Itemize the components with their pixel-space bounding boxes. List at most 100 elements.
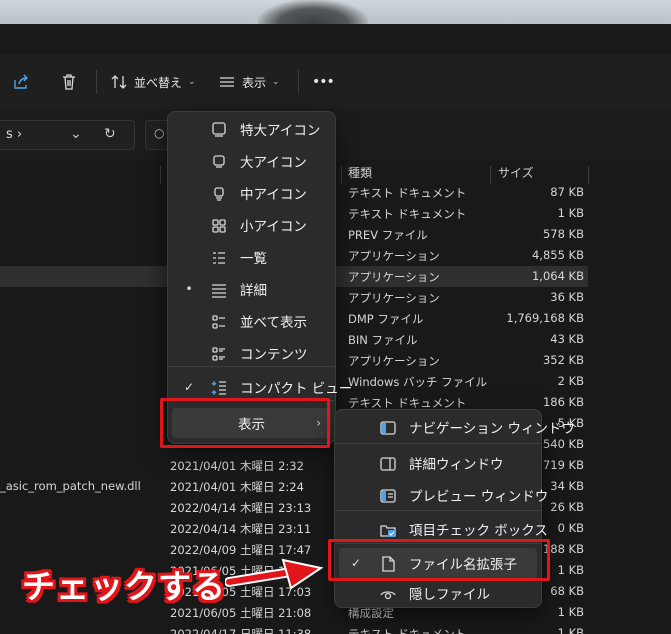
menu-item-label: 並べて表示	[240, 315, 307, 331]
cell-date: 2021/04/01 木曜日 2:32	[170, 459, 304, 473]
cell-type: BIN ファイル	[348, 333, 418, 347]
item-checkbox-icon	[379, 521, 397, 537]
monitor-large-icon	[210, 121, 228, 137]
chevron-down-icon[interactable]: ⌄	[70, 126, 82, 142]
cell-date: 2021/04/01 木曜日 2:24	[170, 480, 304, 494]
cell-type: DMP ファイル	[348, 312, 424, 326]
menu-item-label: 一覧	[240, 251, 267, 267]
more-options-button[interactable]: •••	[312, 66, 335, 98]
desktop-wallpaper	[0, 0, 671, 24]
cell-date: 2022/04/14 木曜日 23:13	[170, 501, 312, 515]
menu-separator	[168, 366, 335, 367]
table-row[interactable]: テキスト ドキュメント 1 KB 2022/04/17 日曜日 11:38	[0, 623, 588, 634]
details-icon	[210, 281, 228, 298]
menu-item-label: 特大アイコン	[240, 123, 321, 139]
menu-item-details[interactable]: • 詳細	[172, 274, 331, 304]
view-label: 表示	[242, 75, 267, 90]
cell-type: テキスト ドキュメント	[348, 186, 467, 200]
content-icon	[210, 345, 228, 361]
bullet-icon: •	[185, 282, 193, 296]
menu-item-label: 詳細	[240, 283, 267, 299]
cell-size: 578 KB	[542, 227, 584, 241]
annotation-arrow-icon	[225, 558, 324, 590]
cell-size: 1 KB	[557, 626, 584, 634]
compact-view-icon	[210, 379, 228, 395]
cell-size: 1,769,168 KB	[506, 311, 584, 325]
trash-icon	[60, 73, 78, 91]
menu-item-label: 小アイコン	[240, 219, 307, 235]
cell-size: 87 KB	[550, 185, 584, 199]
cell-type: テキスト ドキュメント	[348, 627, 467, 634]
highlight-show-item	[160, 398, 330, 448]
cell-size: 43 KB	[550, 332, 584, 346]
menu-item-list[interactable]: 一覧	[172, 242, 331, 272]
sort-label: 並べ替え	[134, 75, 183, 90]
cell-size: 1 KB	[557, 206, 584, 220]
cell-size: 4,855 KB	[531, 248, 584, 262]
cell-date: 2022/04/17 日曜日 11:38	[170, 627, 312, 634]
annotation-text: チェックする	[22, 567, 226, 606]
delete-button[interactable]	[60, 66, 78, 98]
list-icon	[210, 249, 228, 265]
cell-type: アプリケーション	[348, 270, 440, 284]
tiles-icon	[210, 313, 228, 329]
menu-item-label: ナビゲーション ウィンドウ	[409, 421, 576, 437]
cell-size: 352 KB	[542, 353, 584, 367]
menu-item-tiles[interactable]: 並べて表示	[172, 306, 331, 336]
wallpaper-rock-image	[258, 0, 368, 24]
menu-separator	[335, 510, 541, 511]
menu-item-label: 隠しファイル	[409, 587, 490, 603]
address-bar[interactable]: s › ⌄ ↻	[0, 120, 135, 150]
monitor-medium-icon	[210, 185, 228, 201]
menu-item-monitor-large[interactable]: 特大アイコン	[172, 114, 331, 144]
menu-item-content[interactable]: コンテンツ	[172, 338, 331, 368]
view-button[interactable]: 表示 ⌄	[218, 66, 280, 98]
cell-size: 36 KB	[550, 290, 584, 304]
column-divider[interactable]	[588, 166, 589, 184]
cell-type: PREV ファイル	[348, 228, 428, 242]
refresh-icon[interactable]: ↻	[104, 126, 116, 142]
cell-size: 2 KB	[557, 374, 584, 388]
menu-item-preview-pane[interactable]: プレビュー ウィンドウ	[339, 480, 548, 510]
menu-item-label: 中アイコン	[240, 187, 307, 203]
command-bar: 並べ替え ⌄ 表示 ⌄ •••	[0, 54, 671, 110]
menu-item-label: 大アイコン	[240, 155, 307, 171]
view-icon	[218, 73, 236, 91]
menu-item-label: コンテンツ	[240, 347, 308, 363]
file-name[interactable]: _asic_rom_patch_new.dll	[0, 479, 141, 493]
cell-type: Windows バッチ ファイル	[348, 375, 488, 389]
cell-date: 2022/04/14 木曜日 23:11	[170, 522, 312, 536]
cell-type: アプリケーション	[348, 291, 440, 305]
details-pane-icon	[379, 455, 397, 471]
menu-separator	[335, 443, 541, 444]
menu-item-label: 項目チェック ボックス	[409, 523, 548, 539]
menu-item-label: プレビュー ウィンドウ	[409, 489, 549, 505]
breadcrumb: s ›	[6, 127, 23, 142]
menu-item-monitor[interactable]: 大アイコン	[172, 146, 331, 176]
cell-size: 1,064 KB	[531, 269, 584, 283]
highlight-file-extension-item	[328, 539, 550, 581]
menu-item-hidden-files[interactable]: 隠しファイル	[339, 578, 537, 608]
view-menu: 特大アイコン 大アイコン 中アイコン 小アイコン 一覧 • 詳細 並べて表示 コンテンツ ✓ コンパ…	[167, 111, 352, 444]
share-button[interactable]	[12, 66, 30, 98]
checkmark-icon: ✓	[183, 380, 195, 394]
cell-type: アプリケーション	[348, 249, 440, 263]
cell-type: アプリケーション	[348, 354, 440, 368]
hidden-files-icon	[379, 585, 397, 601]
menu-item-grid-small[interactable]: 小アイコン	[172, 210, 331, 240]
menu-item-monitor-medium[interactable]: 中アイコン	[172, 178, 331, 208]
chevron-down-icon: ⌄	[188, 77, 196, 87]
menu-item-details-pane[interactable]: 詳細ウィンドウ	[339, 448, 537, 478]
menu-item-nav-pane[interactable]: ナビゲーション ウィンドウ	[339, 412, 575, 442]
toolbar-divider	[96, 70, 97, 94]
more-icon: •••	[312, 74, 335, 90]
sort-icon	[110, 73, 128, 91]
monitor-icon	[210, 153, 228, 169]
sort-button[interactable]: 並べ替え ⌄	[110, 66, 196, 98]
nav-pane-icon	[379, 419, 397, 435]
cell-type: テキスト ドキュメント	[348, 207, 467, 221]
toolbar-divider	[298, 70, 299, 94]
share-icon	[12, 73, 30, 91]
search-icon: ○	[154, 126, 165, 140]
menu-item-label: 詳細ウィンドウ	[409, 457, 504, 473]
